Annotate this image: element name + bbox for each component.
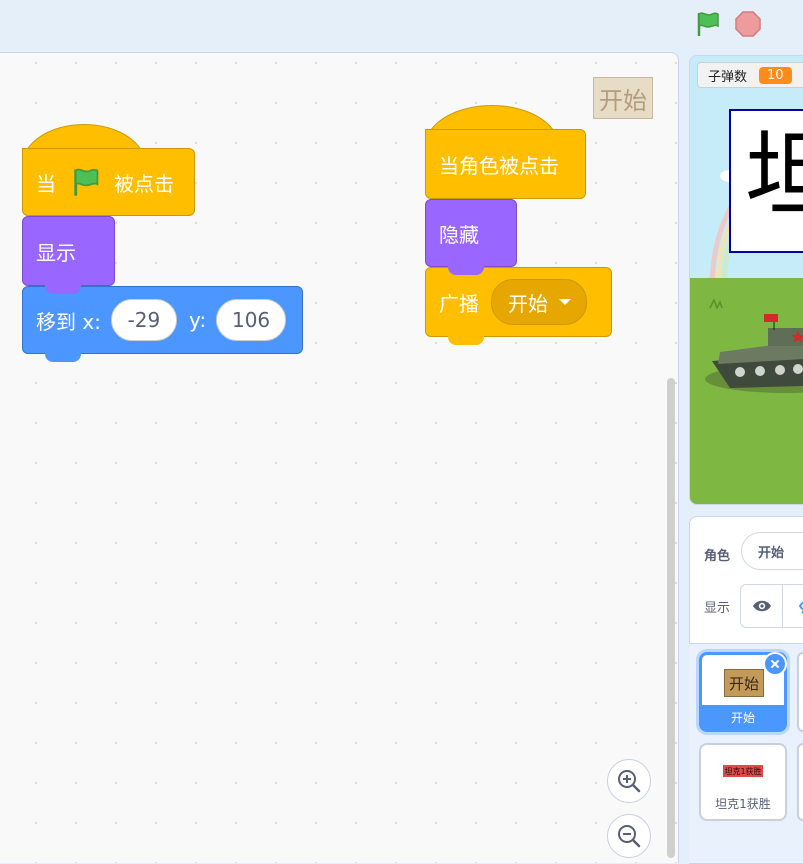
y-input[interactable]: 106 bbox=[216, 299, 287, 341]
zoom-out-button[interactable] bbox=[607, 814, 651, 858]
variable-monitor[interactable]: 子弹数 10 bbox=[697, 62, 803, 88]
show-block[interactable]: 显示 bbox=[22, 216, 115, 286]
green-flag-icon bbox=[70, 166, 102, 198]
workspace-scrollbar[interactable] bbox=[667, 378, 675, 858]
broadcast-block-notch bbox=[448, 335, 484, 345]
monitor-label: 子弹数 bbox=[708, 69, 748, 85]
show-label: 显示 bbox=[704, 601, 731, 616]
sprite-label: 角色 bbox=[704, 549, 731, 564]
hat-prefix-text: 当 bbox=[36, 171, 56, 196]
sprite-tile-label: 开始 bbox=[702, 705, 784, 729]
stop-icon[interactable] bbox=[734, 10, 762, 38]
sprite-thumbnail-text: 坦克1获胜 bbox=[724, 766, 762, 776]
eye-icon bbox=[752, 599, 772, 613]
show-hidden-button[interactable] bbox=[782, 584, 803, 628]
broadcast-label: 广播 bbox=[439, 291, 479, 316]
sprite-tile-next[interactable] bbox=[797, 652, 803, 732]
goto-block-notch bbox=[45, 352, 81, 362]
hat-label: 当角色被点击 bbox=[439, 153, 559, 178]
sprite-thumbnail: 开始 bbox=[724, 669, 764, 697]
sprite-tile-next[interactable] bbox=[797, 743, 803, 821]
when-sprite-clicked-block[interactable]: 当角色被点击 bbox=[425, 129, 586, 199]
top-bar bbox=[0, 0, 803, 52]
goto-label: 移到 x: bbox=[36, 309, 101, 334]
sprite-tile-label: 坦克1获胜 bbox=[701, 791, 785, 815]
show-block-label: 显示 bbox=[36, 240, 76, 265]
sprite-list: 开始 开始 坦克1获胜 坦克1获胜 bbox=[689, 643, 803, 863]
monitor-value: 10 bbox=[759, 66, 792, 84]
hide-block-notch bbox=[448, 265, 484, 275]
sprite-name: 开始 bbox=[730, 710, 755, 725]
sprite-tile-tank1-win[interactable]: 坦克1获胜 坦克1获胜 bbox=[699, 743, 787, 821]
x-input[interactable]: -29 bbox=[110, 299, 177, 341]
stage-text-sprite: 坦 bbox=[729, 109, 803, 253]
stage-big-text: 坦 bbox=[745, 121, 803, 231]
hide-block[interactable]: 隐藏 bbox=[425, 199, 517, 267]
broadcast-value: 开始 bbox=[508, 291, 548, 316]
hat-suffix-text: 被点击 bbox=[114, 171, 174, 196]
zoom-in-button[interactable] bbox=[607, 759, 651, 803]
show-visible-button[interactable] bbox=[740, 584, 784, 628]
show-block-notch bbox=[45, 284, 81, 294]
sprite-name: 坦克1获胜 bbox=[715, 796, 771, 811]
green-flag-icon[interactable] bbox=[694, 10, 722, 38]
broadcast-block[interactable]: 广播 开始 bbox=[425, 267, 612, 337]
eye-slash-icon bbox=[799, 598, 803, 614]
goto-xy-block[interactable]: 移到 x: -29 y: 106 bbox=[22, 286, 303, 354]
sprite-thumbnail: 坦克1获胜 bbox=[723, 765, 763, 777]
sprite-name-input[interactable]: 开始 bbox=[741, 532, 803, 570]
broadcast-message-dropdown[interactable]: 开始 bbox=[491, 279, 587, 325]
when-flag-clicked-block[interactable]: 当 被点击 bbox=[22, 148, 195, 216]
zoom-out-icon bbox=[616, 823, 642, 849]
close-icon bbox=[770, 659, 780, 669]
stage[interactable]: 坦 bbox=[689, 55, 803, 505]
chevron-down-icon bbox=[558, 297, 572, 307]
sprite-tile-start[interactable]: 开始 开始 bbox=[699, 652, 787, 732]
sprite-name-value: 开始 bbox=[758, 545, 785, 561]
hide-block-label: 隐藏 bbox=[439, 222, 479, 247]
workspace-sprite-thumbnail: 开始 bbox=[593, 77, 653, 119]
sprite-thumbnail-text: 开始 bbox=[728, 674, 759, 693]
zoom-in-icon bbox=[616, 768, 642, 794]
delete-sprite-button[interactable] bbox=[763, 652, 787, 676]
goto-y-label: y: bbox=[188, 308, 207, 332]
